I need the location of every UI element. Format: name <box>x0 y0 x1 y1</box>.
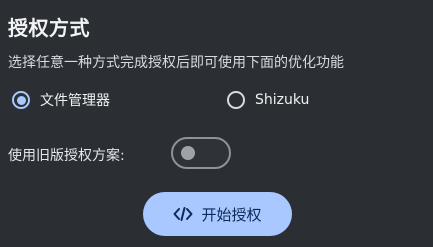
legacy-scheme-label: 使用旧版授权方案: <box>8 148 125 164</box>
radio-unchecked-icon[interactable] <box>227 91 245 109</box>
start-authorization-label: 开始授权 <box>201 206 262 224</box>
section-title: 授权方式 <box>8 16 90 40</box>
radio-checked-icon[interactable] <box>12 91 30 109</box>
option-label-shizuku: Shizuku <box>255 92 310 108</box>
legacy-scheme-toggle[interactable] <box>171 137 231 169</box>
option-label-file-manager: 文件管理器 <box>40 93 110 109</box>
start-authorization-button[interactable]: 开始授权 <box>143 192 292 236</box>
section-description: 选择任意一种方式完成授权后即可使用下面的优化功能 <box>8 55 344 71</box>
toggle-thumb <box>181 146 195 160</box>
code-icon <box>173 206 193 222</box>
option-file-manager[interactable]: 文件管理器 <box>12 88 110 112</box>
option-shizuku[interactable]: Shizuku <box>227 88 309 112</box>
authorization-panel: 授权方式 选择任意一种方式完成授权后即可使用下面的优化功能 文件管理器 Shiz… <box>0 0 433 247</box>
